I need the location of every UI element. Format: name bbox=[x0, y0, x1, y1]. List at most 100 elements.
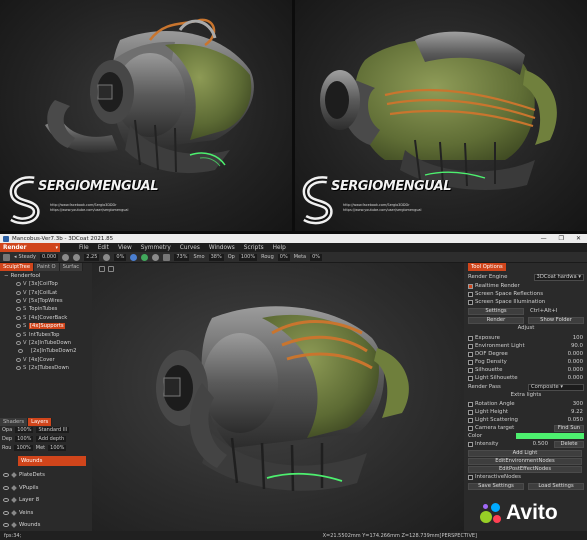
menu-symmetry[interactable]: Symmetry bbox=[141, 245, 171, 251]
tree-item[interactable]: S TopinTubes bbox=[2, 305, 92, 313]
fog-checkbox[interactable] bbox=[468, 359, 473, 365]
menu-curves[interactable]: Curves bbox=[180, 245, 200, 251]
ss-illumination-checkbox[interactable] bbox=[468, 299, 473, 305]
radius-value[interactable]: 2.25 bbox=[84, 253, 100, 261]
exposure-checkbox[interactable] bbox=[468, 335, 473, 341]
camera-target-checkbox[interactable] bbox=[468, 425, 473, 431]
scatter-value[interactable]: 0.050 bbox=[568, 417, 584, 423]
metal-value[interactable]: 0% bbox=[310, 253, 323, 261]
env-light-value[interactable]: 90.0 bbox=[571, 343, 584, 349]
close-button[interactable]: ✕ bbox=[576, 235, 581, 242]
visibility-eye-icon[interactable] bbox=[3, 510, 9, 515]
layer-row[interactable]: PlateDets bbox=[0, 469, 92, 482]
menu-edit[interactable]: Edit bbox=[98, 245, 109, 251]
rotation-checkbox[interactable] bbox=[468, 401, 473, 407]
realtime-render-row[interactable]: Realtime Render bbox=[468, 282, 584, 290]
interactive-nodes-row[interactable]: InteractiveNodes bbox=[468, 473, 584, 481]
height-value[interactable]: 9.22 bbox=[571, 409, 584, 415]
angle-value[interactable]: 73% bbox=[174, 253, 190, 261]
maximize-button[interactable]: ❐ bbox=[559, 235, 564, 242]
depth-value[interactable]: 0% bbox=[114, 253, 127, 261]
minimize-button[interactable]: — bbox=[541, 235, 547, 242]
opacity-field[interactable]: 100% bbox=[15, 427, 34, 433]
visibility-eye-icon[interactable] bbox=[3, 498, 9, 503]
falloff-icon[interactable] bbox=[152, 253, 160, 261]
visibility-eye-icon[interactable] bbox=[16, 298, 21, 303]
tab-sculpt-tree[interactable]: SculptTree bbox=[0, 263, 35, 271]
visibility-eye-icon[interactable] bbox=[16, 290, 21, 295]
tree-item[interactable]: V [7x]CoilLat bbox=[2, 288, 92, 296]
layer-row[interactable]: Veins bbox=[0, 507, 92, 520]
material-icon[interactable] bbox=[130, 253, 138, 261]
edit-environment-nodes-button[interactable]: EditEnvironmentNodes bbox=[468, 457, 582, 465]
tab-tool-options[interactable]: Tool Options bbox=[468, 263, 506, 271]
save-settings-button[interactable]: Save Settings bbox=[468, 482, 524, 490]
visibility-eye-icon[interactable] bbox=[3, 523, 9, 528]
edit-post-effect-nodes-button[interactable]: EditPostEffectNodes bbox=[468, 465, 582, 473]
steady-toggle[interactable]: ◂ Steady bbox=[14, 254, 36, 260]
render-engine-select[interactable]: 3DCoat hardwa ▾ bbox=[533, 273, 584, 281]
exposure-value[interactable]: 100 bbox=[573, 335, 584, 341]
visibility-eye-icon[interactable] bbox=[16, 315, 21, 320]
fog-value[interactable]: 0.000 bbox=[568, 359, 584, 365]
light-silhouette-value[interactable]: 0.000 bbox=[568, 375, 584, 381]
collapse-icon[interactable]: − bbox=[4, 273, 9, 279]
tree-item[interactable]: S [4x]CoverBack bbox=[2, 314, 92, 322]
interactive-nodes-checkbox[interactable] bbox=[468, 474, 473, 480]
steady-value[interactable]: 0.000 bbox=[39, 253, 59, 261]
show-folder-button[interactable]: Show Folder bbox=[528, 316, 584, 324]
3d-viewport[interactable] bbox=[92, 263, 464, 531]
scatter-row[interactable]: Light Scattering 0.050 bbox=[468, 416, 584, 424]
silhouette-row[interactable]: Silhouette 0.000 bbox=[468, 366, 584, 374]
menu-windows[interactable]: Windows bbox=[209, 245, 235, 251]
intensity-checkbox[interactable] bbox=[468, 441, 473, 447]
render-pass-select[interactable]: Composite ▾ bbox=[528, 383, 584, 391]
layer-row[interactable]: Wounds bbox=[18, 456, 86, 466]
visibility-eye-icon[interactable] bbox=[16, 282, 21, 287]
smooth-control[interactable]: Smo bbox=[193, 254, 204, 260]
load-settings-button[interactable]: Load Settings bbox=[528, 482, 584, 490]
visibility-eye-icon[interactable] bbox=[3, 485, 9, 490]
rotation-row[interactable]: Rotation Angle 300 bbox=[468, 400, 584, 408]
silhouette-checkbox[interactable] bbox=[468, 367, 473, 373]
smooth-value[interactable]: 38% bbox=[208, 253, 224, 261]
roughness-value[interactable]: 0% bbox=[277, 253, 290, 261]
intensity-row[interactable]: Intensity 0.500 Delete bbox=[468, 440, 584, 448]
pencil-icon[interactable] bbox=[11, 522, 17, 529]
tree-item[interactable]: S [2x]TubesDown bbox=[2, 364, 92, 372]
visibility-eye-icon[interactable] bbox=[16, 357, 21, 362]
visibility-eye-icon[interactable] bbox=[16, 340, 21, 345]
dof-value[interactable]: 0.000 bbox=[568, 351, 584, 357]
pencil-icon[interactable] bbox=[11, 497, 17, 504]
light-silhouette-row[interactable]: Light Silhouette 0.000 bbox=[468, 374, 584, 382]
pencil-icon[interactable] bbox=[11, 472, 17, 479]
metalness-field[interactable]: 100% bbox=[48, 445, 67, 451]
scatter-checkbox[interactable] bbox=[468, 417, 473, 423]
smooth-stroke-icon[interactable] bbox=[62, 253, 70, 261]
tree-item[interactable]: V [2x]InTubeDown bbox=[2, 339, 92, 347]
blend-mode-select[interactable]: Standard lll bbox=[36, 427, 69, 433]
height-row[interactable]: Light Height 9.22 bbox=[468, 408, 584, 416]
color-icon[interactable] bbox=[141, 253, 149, 261]
visibility-eye-icon[interactable] bbox=[18, 349, 23, 354]
brush-icon[interactable] bbox=[3, 253, 10, 261]
height-checkbox[interactable] bbox=[468, 409, 473, 415]
camera-target-row[interactable]: Camera target Find Sun bbox=[468, 424, 584, 432]
realtime-render-checkbox[interactable] bbox=[468, 283, 473, 289]
menu-file[interactable]: File bbox=[79, 245, 89, 251]
pencil-icon[interactable] bbox=[11, 484, 17, 491]
ss-illumination-row[interactable]: Screen Space Illumination bbox=[468, 298, 584, 306]
dof-checkbox[interactable] bbox=[468, 351, 473, 357]
tab-layers[interactable]: Layers bbox=[28, 418, 53, 426]
ss-reflections-row[interactable]: Screen Space Reflections bbox=[468, 290, 584, 298]
pattern-icon[interactable] bbox=[163, 253, 171, 261]
silhouette-value[interactable]: 0.000 bbox=[568, 367, 584, 373]
layer-row[interactable]: Layer 8 bbox=[0, 494, 92, 507]
add-depth-select[interactable]: Add depth bbox=[36, 436, 67, 442]
visibility-eye-icon[interactable] bbox=[3, 473, 9, 478]
light-silhouette-checkbox[interactable] bbox=[468, 375, 473, 381]
ss-reflections-checkbox[interactable] bbox=[468, 291, 473, 297]
fog-row[interactable]: Fog Density 0.000 bbox=[468, 358, 584, 366]
visibility-eye-icon[interactable] bbox=[16, 366, 21, 371]
layer-row[interactable]: Wounds bbox=[0, 519, 92, 532]
